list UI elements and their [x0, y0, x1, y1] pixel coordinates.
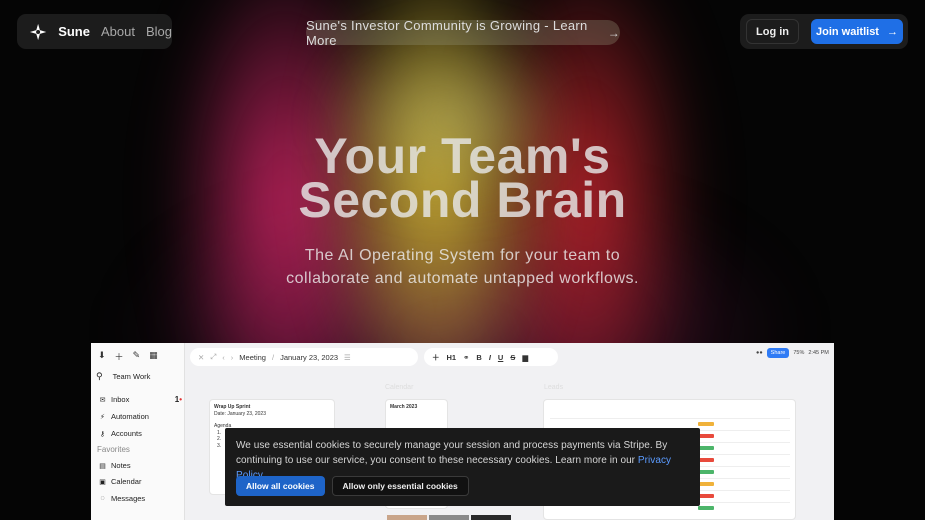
sidebar-item-accounts: ⚷ Accounts	[99, 429, 142, 438]
add-icon: ＋	[432, 352, 440, 362]
allow-all-cookies-button[interactable]: Allow all cookies	[236, 476, 325, 496]
preview-toolbar: ✕ ⤢ ‹ › Meeting / January 23, 2023 ☰	[190, 348, 418, 366]
strike-button: S	[510, 352, 516, 362]
allow-essential-cookies-button[interactable]: Allow only essential cookies	[331, 476, 469, 496]
nav-left: Sune About Blog	[17, 14, 172, 49]
arrow-right-icon: →	[886, 25, 898, 38]
download-icon: ⬇	[98, 350, 106, 360]
preview-sidebar: ⬇ ＋ ✎ ▦ ⚲ Team Work ✉ Inbox 1• ⚡ Automat…	[91, 343, 185, 520]
calendar-icon: ▣	[99, 478, 106, 486]
wand-icon: ⚡	[100, 413, 105, 421]
brand-link[interactable]: Sune	[58, 24, 90, 39]
bold-button: B	[476, 352, 482, 362]
inbox-badge: 1•	[174, 395, 182, 404]
hero-subtitle-line2: collaborate and automate untapped workfl…	[286, 270, 639, 287]
join-waitlist-label: Join waitlist	[816, 25, 879, 38]
announcement-text: Sune's Investor Community is Growing - L…	[306, 17, 588, 48]
pen-icon: ✎	[132, 350, 141, 360]
faint-label-calendar: Calendar	[385, 384, 414, 391]
hero-title-line2: Second Brain	[298, 172, 627, 228]
link-icon: ⚭	[463, 352, 470, 362]
login-button[interactable]: Log in	[746, 19, 799, 44]
cookie-buttons: Allow all cookies Allow only essential c…	[236, 476, 469, 496]
chevron-right-icon: ›	[230, 352, 234, 362]
cookie-banner: We use essential cookies to securely man…	[225, 428, 700, 506]
grid-icon: ▦	[149, 350, 158, 360]
underline-button: U	[497, 352, 504, 362]
search-icon: ⚲	[96, 371, 103, 381]
preview-top-right: ●● Share 75% 2:45 PM	[756, 348, 829, 358]
key-icon: ⚷	[99, 430, 106, 438]
text-color-icon: ▆	[522, 352, 529, 362]
inbox-icon: ✉	[99, 396, 106, 404]
calendar-card-title: March 2023	[390, 404, 418, 410]
sidebar-toolbar: ⬇ ＋ ✎ ▦	[98, 350, 158, 363]
expand-icon: ⤢	[210, 352, 217, 361]
hero-subtitle-line1: The AI Operating System for your team to	[304, 247, 621, 264]
image-strip	[387, 515, 511, 520]
italic-button: I	[488, 352, 491, 362]
heading-button: H1	[446, 352, 457, 362]
crumb-date: January 23, 2023	[280, 352, 339, 362]
arrow-right-icon: →	[607, 25, 620, 40]
faint-label-leads: Leads	[544, 384, 564, 391]
sune-logo-icon[interactable]	[29, 22, 47, 42]
sidebar-item-messages: ◌ Messages	[98, 494, 182, 503]
nav-right: Log in Join waitlist →	[740, 14, 908, 49]
announcement-banner[interactable]: Sune's Investor Community is Growing - L…	[306, 17, 620, 48]
sidebar-item-automation: ⚡ Automation	[98, 412, 182, 421]
zoom-level: 75%	[793, 350, 805, 356]
add-icon: ＋	[114, 352, 124, 362]
list-icon: ☰	[344, 352, 351, 362]
join-waitlist-button[interactable]: Join waitlist →	[811, 19, 903, 44]
sidebar-item-inbox: ✉ Inbox 1•	[99, 395, 182, 404]
favorites-label: Favorites	[97, 445, 130, 454]
crumb-meeting: Meeting	[239, 352, 266, 362]
sidebar-item-notes: ▤ Notes	[99, 461, 131, 470]
chat-icon: ◌	[100, 495, 105, 502]
close-icon: ✕	[198, 352, 205, 362]
workspace-row: ⚲ Team Work	[96, 371, 150, 382]
sidebar-item-calendar: ▣ Calendar	[99, 477, 142, 486]
chevron-left-icon: ‹	[222, 352, 225, 362]
workspace-name: Team Work	[112, 372, 151, 381]
notes-icon: ▤	[99, 462, 106, 470]
share-button: Share	[766, 348, 790, 358]
format-toolbar: ＋ H1 ⚭ B I U S ▆	[424, 348, 558, 366]
avatars-icon: ●●	[756, 350, 763, 356]
nav-link-blog[interactable]: Blog	[146, 24, 172, 39]
clock-time: 2:45 PM	[808, 350, 829, 356]
nav-link-about[interactable]: About	[101, 24, 135, 39]
